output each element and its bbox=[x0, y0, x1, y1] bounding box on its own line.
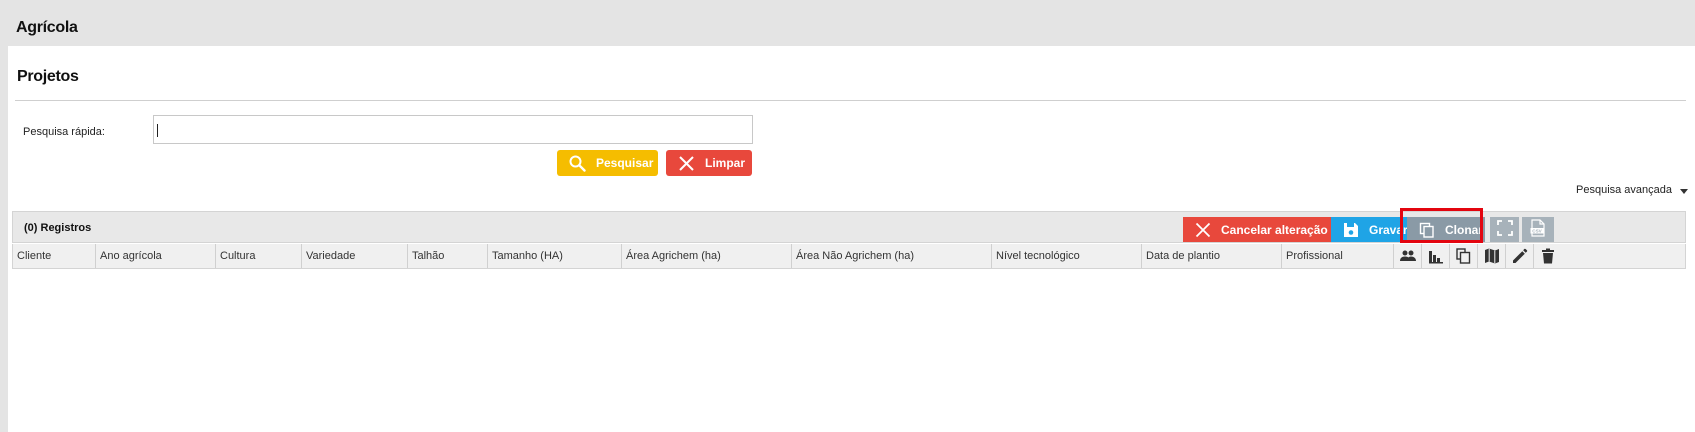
column-header[interactable]: Área Não Agrichem (ha) bbox=[792, 244, 992, 268]
save-button-label: Gravar bbox=[1369, 222, 1408, 237]
column-header[interactable]: Tamanho (HA) bbox=[488, 244, 622, 268]
csv-export-button[interactable]: CSV bbox=[1522, 217, 1554, 242]
close-icon bbox=[675, 152, 697, 174]
search-input[interactable] bbox=[153, 115, 753, 144]
text-caret bbox=[157, 124, 158, 137]
column-header[interactable]: Área Agrichem (ha) bbox=[622, 244, 792, 268]
map-icon bbox=[1478, 244, 1506, 268]
people-icon bbox=[1394, 244, 1422, 268]
clear-button-label: Limpar bbox=[705, 156, 746, 170]
advanced-search-toggle[interactable]: Pesquisa avançada bbox=[1576, 184, 1672, 196]
copy-icon bbox=[1450, 244, 1478, 268]
svg-text:CSV: CSV bbox=[1532, 229, 1542, 234]
app-title: Agrícola bbox=[16, 19, 78, 36]
page-title: Projetos bbox=[17, 68, 79, 85]
search-icon bbox=[566, 152, 588, 174]
clone-button-label: Clonar bbox=[1445, 222, 1484, 237]
column-header[interactable]: Data de plantio bbox=[1142, 244, 1282, 268]
title-divider bbox=[15, 100, 1686, 101]
cancel-changes-button[interactable]: Cancelar alteração bbox=[1183, 217, 1331, 242]
caret-down-icon[interactable] bbox=[1680, 189, 1688, 194]
csv-export-icon: CSV bbox=[1529, 219, 1547, 240]
column-header[interactable]: Variedade bbox=[302, 244, 408, 268]
top-bar: Agrícola bbox=[0, 0, 1695, 46]
floppy-disk-icon bbox=[1343, 222, 1359, 238]
column-header[interactable]: Cultura bbox=[216, 244, 302, 268]
delete-icon bbox=[1534, 244, 1562, 268]
column-header[interactable]: Profissional bbox=[1282, 244, 1394, 268]
fullscreen-icon bbox=[1496, 220, 1513, 239]
column-header[interactable]: Ano agrícola bbox=[96, 244, 216, 268]
main-panel: Projetos Pesquisa rápida: Pesquisar Limp… bbox=[8, 46, 1695, 432]
column-header[interactable]: Nível tecnológico bbox=[992, 244, 1142, 268]
fullscreen-button[interactable] bbox=[1490, 217, 1519, 242]
clear-button[interactable]: Limpar bbox=[666, 150, 752, 176]
close-icon bbox=[1195, 222, 1211, 238]
column-header[interactable]: Talhão bbox=[408, 244, 488, 268]
copy-icon bbox=[1419, 222, 1435, 238]
records-count: (0) Registros bbox=[24, 222, 92, 234]
search-label: Pesquisa rápida: bbox=[23, 126, 105, 138]
edit-icon bbox=[1506, 244, 1534, 268]
search-button-label: Pesquisar bbox=[596, 156, 654, 170]
search-button[interactable]: Pesquisar bbox=[557, 150, 658, 176]
grid-toolbar: (0) Registros Cancelar alteração Gravar … bbox=[12, 208, 1686, 243]
cancel-changes-label: Cancelar alteração bbox=[1221, 222, 1328, 237]
save-button[interactable]: Gravar bbox=[1331, 217, 1408, 242]
column-header-row: Cliente Ano agrícola Cultura Variedade T… bbox=[12, 244, 1686, 269]
clone-button[interactable]: Clonar bbox=[1407, 217, 1485, 242]
column-header[interactable]: Cliente bbox=[13, 244, 96, 268]
bar-chart-icon bbox=[1422, 244, 1450, 268]
